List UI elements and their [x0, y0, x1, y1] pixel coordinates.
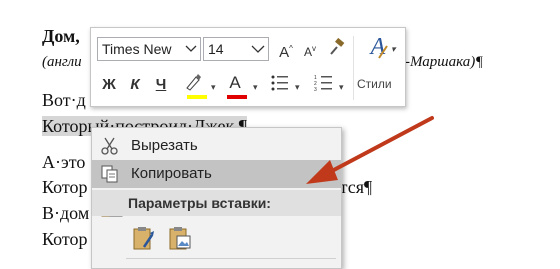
- chevron-down-icon[interactable]: ▾: [295, 82, 300, 93]
- menu-item-cut-label: Вырезать: [131, 137, 198, 154]
- doc-line-6: Котор: [42, 229, 88, 249]
- underline-button[interactable]: Ч: [151, 74, 171, 96]
- styles-button[interactable]: A ▾: [361, 35, 396, 64]
- paste-options-header: Параметры вставки:: [92, 190, 341, 216]
- shrink-font-icon: A: [303, 45, 312, 59]
- menu-divider: [126, 258, 336, 259]
- font-size-value: 14: [208, 41, 224, 57]
- menu-item-copy-label: Копировать: [131, 165, 212, 182]
- font-color-button[interactable]: A: [225, 72, 245, 96]
- doc-subtitle-left: (англи: [42, 54, 82, 70]
- doc-title: Дом,: [42, 26, 80, 46]
- doc-subtitle-right: -Маршака)¶: [405, 54, 484, 70]
- bullets-icon: [271, 75, 288, 91]
- chevron-down-icon: ▾: [391, 44, 396, 54]
- grow-font-icon: A: [279, 44, 290, 61]
- font-color-icon: A: [229, 73, 241, 92]
- chevron-down-icon[interactable]: ▾: [339, 82, 344, 93]
- bold-button[interactable]: Ж: [99, 74, 119, 96]
- highlight-button[interactable]: [181, 72, 205, 96]
- grow-font-button[interactable]: A^: [277, 38, 295, 61]
- chevron-down-icon[interactable]: ▾: [211, 82, 216, 93]
- font-color-bar: [227, 95, 247, 99]
- highlighter-icon: [186, 74, 201, 91]
- toolbar-separator: [353, 36, 354, 100]
- bullets-button[interactable]: [269, 74, 291, 96]
- chevron-down-icon[interactable]: ▾: [253, 82, 258, 93]
- styles-label: Стили: [357, 77, 392, 91]
- paste-options-label: Параметры вставки:: [128, 195, 271, 211]
- context-menu: Вырезать Копировать Параметры вставки:: [91, 127, 342, 269]
- doc-line-5: В·дом: [42, 203, 90, 223]
- font-name-combo[interactable]: Times New: [97, 37, 201, 61]
- paste-keep-formatting-icon[interactable]: [132, 225, 156, 251]
- menu-item-cut[interactable]: Вырезать: [92, 132, 341, 160]
- shrink-font-button[interactable]: Av: [301, 38, 319, 60]
- scissors-icon: [100, 136, 120, 156]
- numbering-button[interactable]: 1 2 3: [313, 74, 335, 96]
- chevron-down-icon[interactable]: [185, 38, 197, 67]
- copy-icon: [100, 164, 120, 184]
- doc-line-3: А·это: [42, 152, 86, 172]
- italic-button[interactable]: К: [125, 74, 145, 96]
- svg-text:3: 3: [314, 87, 317, 92]
- font-size-combo[interactable]: 14: [203, 37, 269, 61]
- format-painter-button[interactable]: [327, 37, 347, 60]
- chevron-down-icon[interactable]: [251, 38, 265, 67]
- highlight-color-bar: [187, 95, 207, 99]
- format-painter-icon: [330, 37, 345, 55]
- numbering-icon: 1 2 3: [314, 75, 332, 93]
- mini-toolbar: Times New 14 A^ Av A ▾ Стили Ж К Ч ▾ A ▾…: [90, 27, 406, 107]
- font-name-value: Times New: [102, 41, 172, 57]
- doc-line-1: Вот·д: [42, 90, 86, 110]
- doc-line-4: Котор: [42, 177, 88, 197]
- menu-item-copy[interactable]: Копировать: [92, 160, 341, 188]
- paste-picture-icon[interactable]: [168, 225, 192, 251]
